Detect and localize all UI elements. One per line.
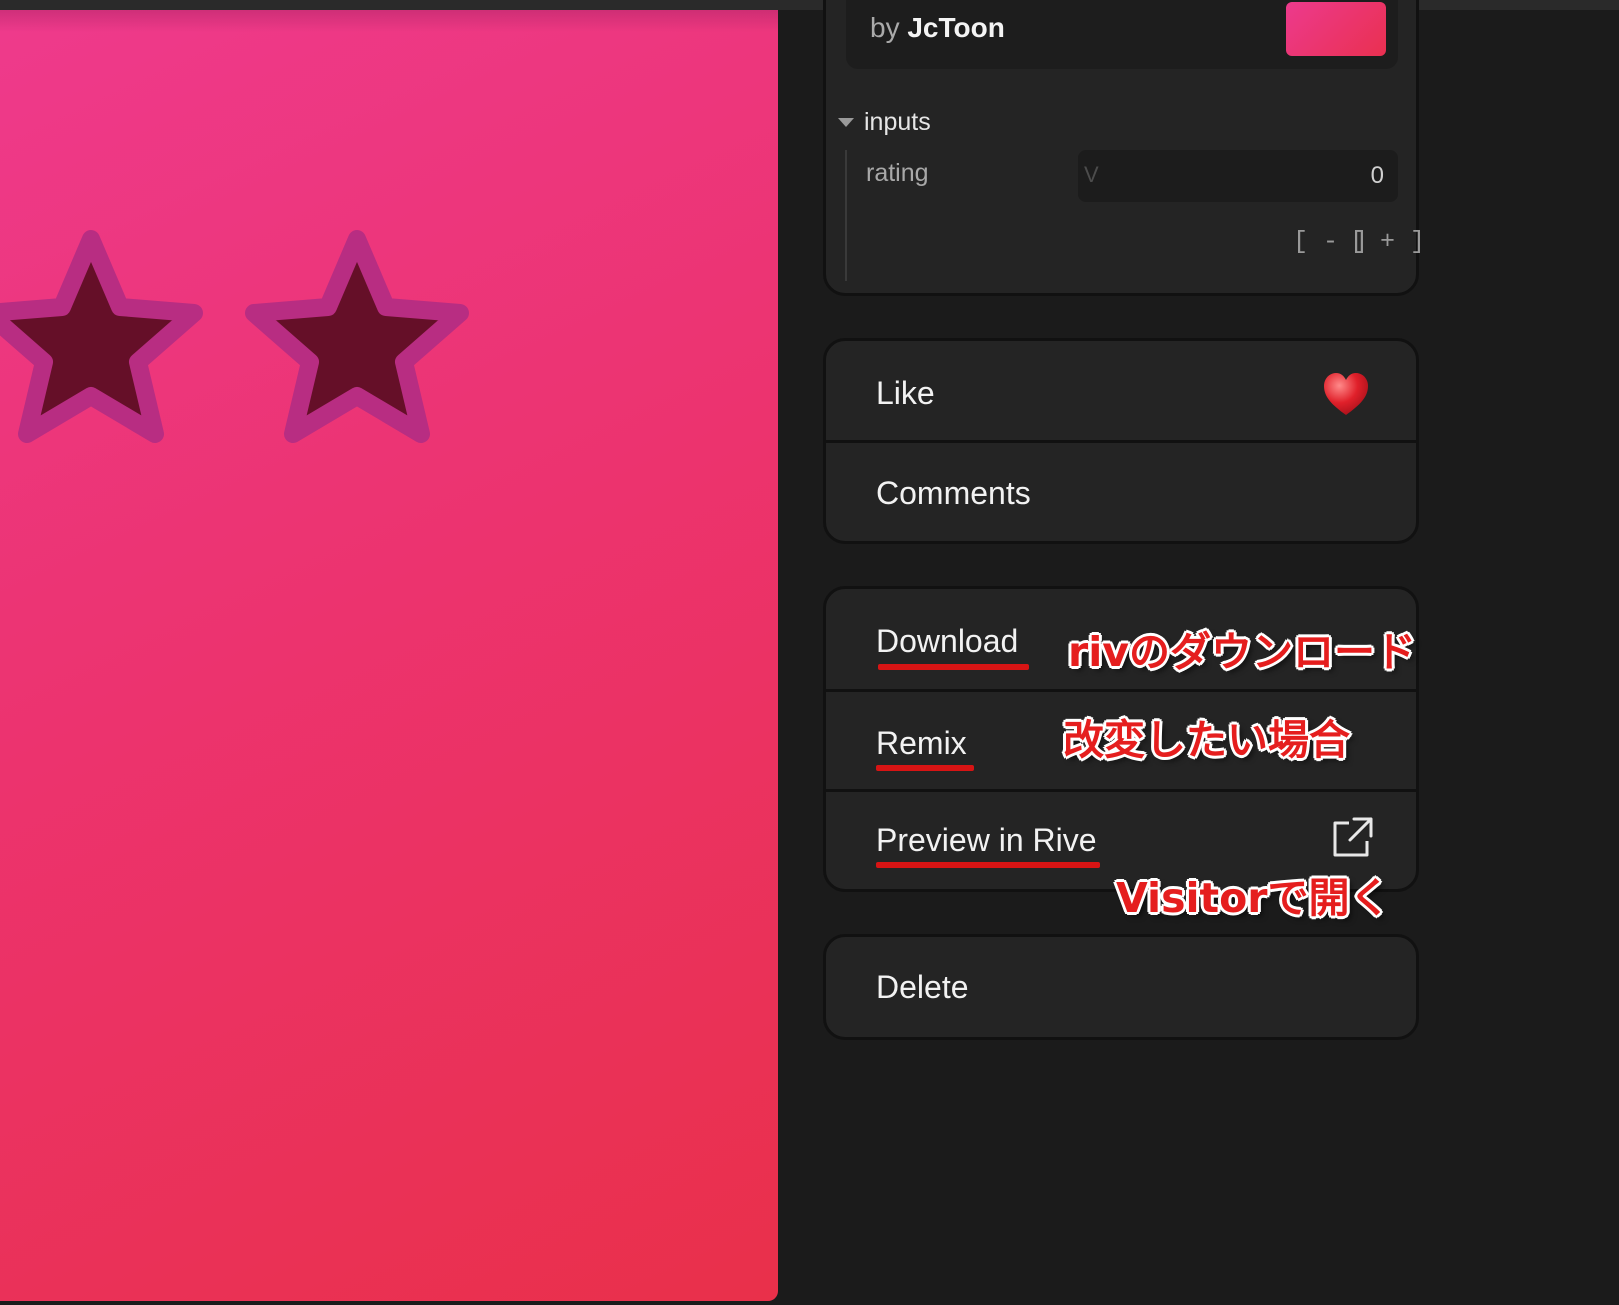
caret-down-icon[interactable] <box>838 118 854 127</box>
like-label: Like <box>876 375 935 411</box>
comments-row[interactable]: Comments <box>826 443 1416 541</box>
download-label: Download <box>876 623 1019 659</box>
delete-card: Delete <box>823 934 1419 1040</box>
increment-button[interactable]: [ + ] <box>1350 227 1425 256</box>
remix-annotation: 改変したい場合 <box>1063 716 1350 764</box>
delete-row[interactable]: Delete <box>826 937 1416 1037</box>
rating-input[interactable]: V 0 <box>1078 150 1398 202</box>
rating-label: rating <box>866 159 929 187</box>
author-thumbnail[interactable] <box>1286 2 1386 56</box>
rating-value: 0 <box>1370 162 1384 189</box>
preview-top-shadow <box>0 10 778 32</box>
author-box[interactable]: by JcToon <box>846 0 1398 69</box>
author-prefix: by <box>870 12 900 43</box>
social-card: Like Comments <box>823 338 1419 544</box>
heart-icon[interactable] <box>1322 371 1370 417</box>
author-name[interactable]: JcToon <box>907 12 1004 43</box>
animation-preview[interactable] <box>0 10 778 1301</box>
author-label[interactable]: by JcToon <box>870 12 1005 44</box>
remix-label: Remix <box>876 725 967 761</box>
comments-label: Comments <box>876 475 1031 511</box>
like-row[interactable]: Like <box>826 341 1416 443</box>
star-icon[interactable] <box>242 224 472 444</box>
inputs-tree-line <box>845 150 847 281</box>
preview-annotation: Visitorで開く <box>1116 874 1391 922</box>
preview-in-rive-label: Preview in Rive <box>876 822 1097 858</box>
rating-placeholder: V <box>1084 162 1099 187</box>
download-annotation: rivのダウンロード <box>1068 628 1416 676</box>
download-underline <box>878 664 1029 670</box>
external-link-icon[interactable] <box>1330 816 1374 860</box>
star-icon[interactable] <box>0 224 206 444</box>
remix-underline <box>876 765 974 771</box>
preview-underline <box>876 862 1100 868</box>
delete-label: Delete <box>876 969 969 1005</box>
inputs-section-title[interactable]: inputs <box>864 108 931 137</box>
